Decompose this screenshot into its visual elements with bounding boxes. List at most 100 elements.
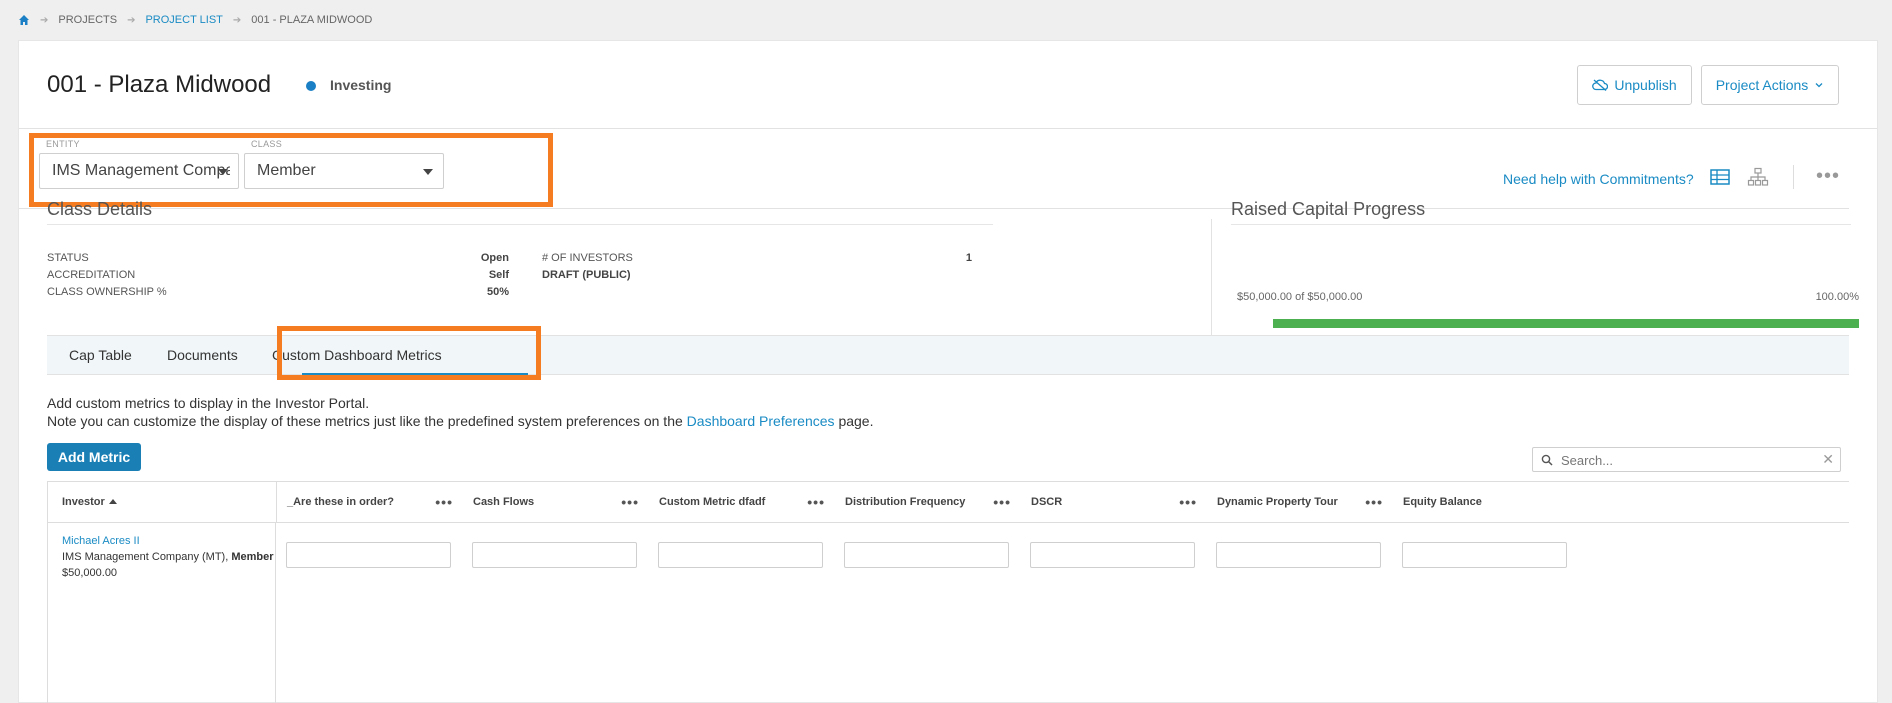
column-header[interactable]: _Are these in order? ••• [277, 482, 463, 523]
status-value: Open [480, 252, 509, 264]
metric-cell-input[interactable] [286, 542, 451, 568]
column-menu-icon[interactable]: ••• [621, 482, 639, 522]
commitments-help-link[interactable]: Need help with Commitments? [1503, 171, 1694, 187]
toolbar-divider [1793, 165, 1794, 189]
dropdown-caret-icon [423, 169, 433, 175]
sort-ascending-icon [108, 499, 117, 504]
column-menu-icon[interactable]: ••• [435, 482, 453, 522]
entity-select[interactable]: IMS Management Company... [39, 153, 239, 189]
raised-capital-divider [1231, 224, 1851, 225]
ownership-value: 50% [486, 286, 509, 298]
search-box: ✕ [1532, 447, 1841, 472]
draft-public-label: DRAFT (PUBLIC) [542, 269, 631, 281]
entity-value: IMS Management Company... [52, 162, 230, 179]
breadcrumb-project-list[interactable]: PROJECT LIST [145, 14, 222, 26]
column-header[interactable]: Cash Flows ••• [463, 482, 649, 523]
tab-highlight [277, 326, 541, 380]
breadcrumb-current: 001 - PLAZA MIDWOOD [251, 14, 373, 26]
entity-label: ENTITY [46, 139, 80, 149]
metrics-table: Investor _Are these in order? ••• Cash Fl… [47, 481, 1849, 703]
clear-search-icon[interactable]: ✕ [1822, 451, 1834, 468]
tab-documents[interactable]: Documents [167, 347, 238, 363]
page-title: 001 - Plaza Midwood [47, 71, 272, 98]
investors-count-label: # OF INVESTORS [542, 252, 633, 264]
dropdown-caret-icon [218, 169, 228, 175]
column-header[interactable]: Distribution Frequency ••• [835, 482, 1021, 523]
column-header-label: DSCR [1031, 496, 1063, 508]
raised-percent: 100.00% [1815, 291, 1859, 303]
progress-bar [1273, 319, 1859, 328]
accreditation-value: Self [488, 269, 509, 281]
progress-bar-fill [1273, 319, 1859, 328]
metric-cell-input[interactable] [1216, 542, 1381, 568]
description-line-2: Note you can customize the display of th… [47, 413, 873, 429]
investor-header-label: Investor [62, 496, 105, 508]
column-menu-icon[interactable]: ••• [807, 482, 825, 522]
dashboard-preferences-link[interactable]: Dashboard Preferences [687, 413, 835, 429]
class-details-divider [47, 224, 993, 225]
search-input[interactable] [1561, 451, 1811, 469]
breadcrumb: ➔ PROJECTS ➔ PROJECT LIST ➔ 001 - PLAZA … [18, 12, 372, 28]
column-header-label: Custom Metric dfadf [659, 496, 766, 508]
filter-row: ENTITY IMS Management Company... CLASS M… [19, 129, 1849, 209]
status-label: STATUS [47, 252, 89, 264]
ownership-label: CLASS OWNERSHIP % [47, 286, 167, 298]
hierarchy-icon[interactable] [1747, 167, 1769, 187]
chevron-right-icon: ➔ [127, 14, 136, 26]
class-label: CLASS [251, 139, 283, 149]
column-header-label: Cash Flows [473, 496, 535, 508]
investor-class: Member [231, 551, 274, 563]
raised-capital-title: Raised Capital Progress [1231, 199, 1426, 219]
metric-cell-input[interactable] [1402, 542, 1567, 568]
class-details-title: Class Details [47, 199, 153, 219]
metric-cell-input[interactable] [844, 542, 1009, 568]
add-metric-button[interactable]: Add Metric [47, 443, 141, 471]
investor-amount: $50,000.00 [62, 567, 118, 579]
status-dot-icon [306, 81, 316, 91]
column-header-label: Equity Balance [1403, 496, 1482, 508]
description-suffix: page. [838, 413, 874, 429]
unpublish-button[interactable]: Unpublish [1577, 65, 1692, 105]
project-actions-label: Project Actions [1715, 77, 1809, 93]
unpublish-label: Unpublish [1614, 77, 1677, 93]
column-menu-icon[interactable]: ••• [1179, 482, 1197, 522]
table-view-icon[interactable] [1709, 167, 1731, 187]
project-actions-button[interactable]: Project Actions [1701, 65, 1839, 105]
raised-amount: $50,000.00 of $50,000.00 [1237, 291, 1363, 303]
more-options-icon[interactable]: ••• [1816, 165, 1840, 188]
column-header-investor[interactable]: Investor [48, 482, 277, 523]
search-icon [1541, 454, 1553, 466]
description-prefix: Note you can customize the display of th… [47, 413, 683, 429]
investors-count-value: 1 [965, 252, 972, 264]
column-header[interactable]: Dynamic Property Tour ••• [1207, 482, 1393, 523]
home-icon[interactable] [18, 14, 30, 26]
project-card: 001 - Plaza Midwood Investing Unpublish … [18, 40, 1878, 703]
column-header[interactable]: Custom Metric dfadf ••• [649, 482, 835, 523]
column-header[interactable]: Equity Balance [1393, 482, 1579, 523]
chevron-right-icon: ➔ [40, 14, 49, 26]
breadcrumb-projects[interactable]: PROJECTS [58, 14, 117, 26]
table-row: Michael Acres II IMS Management Company … [48, 523, 276, 703]
class-value: Member [257, 162, 316, 179]
metric-cell-input[interactable] [472, 542, 637, 568]
chevron-down-icon [1815, 83, 1823, 88]
column-menu-icon[interactable]: ••• [1365, 482, 1383, 522]
chevron-right-icon: ➔ [232, 14, 242, 26]
column-header-label: Dynamic Property Tour [1217, 496, 1338, 508]
metric-cell-input[interactable] [658, 542, 823, 568]
investor-entity-text: IMS Management Company (MT), [62, 551, 229, 563]
status-badge: Investing [330, 77, 392, 93]
metric-cell-input[interactable] [1030, 542, 1195, 568]
column-header[interactable]: DSCR ••• [1021, 482, 1207, 523]
column-menu-icon[interactable]: ••• [993, 482, 1011, 522]
cloud-off-icon [1592, 79, 1609, 91]
table-header-row: Investor _Are these in order? ••• Cash Fl… [48, 482, 1849, 523]
investor-name-link[interactable]: Michael Acres II [62, 533, 275, 549]
project-header: 001 - Plaza Midwood Investing Unpublish … [19, 41, 1877, 129]
description-line-1: Add custom metrics to display in the Inv… [47, 395, 370, 411]
column-header-label: _Are these in order? [287, 496, 394, 508]
accreditation-label: ACCREDITATION [47, 269, 136, 281]
column-header-label: Distribution Frequency [845, 496, 966, 508]
class-select[interactable]: Member [244, 153, 444, 189]
tab-cap-table[interactable]: Cap Table [69, 347, 132, 363]
